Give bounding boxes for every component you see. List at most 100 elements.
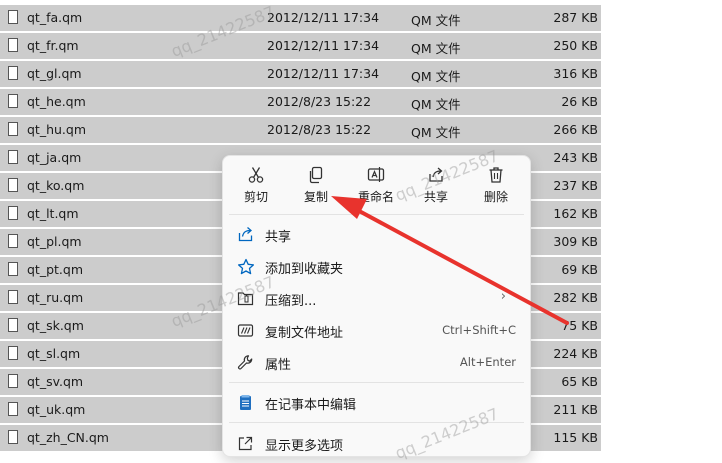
delete-label: 删除 xyxy=(483,190,508,204)
file-name: qt_ru.qm xyxy=(27,290,84,305)
open-external-icon xyxy=(238,436,253,451)
file-name: qt_fr.qm xyxy=(27,38,79,53)
path-icon xyxy=(237,324,254,337)
menu-item-label: 添加到收藏夹 xyxy=(265,262,344,277)
file-icon xyxy=(8,234,18,248)
file-size: 26 KB xyxy=(561,94,598,109)
file-icon xyxy=(8,346,18,360)
file-icon xyxy=(8,318,18,332)
zip-folder-icon xyxy=(237,292,254,306)
file-date: 2012/12/11 17:34 xyxy=(267,10,380,25)
file-name: qt_fa.qm xyxy=(27,10,83,25)
trash-icon xyxy=(489,167,503,183)
scissors-icon xyxy=(248,167,264,183)
file-size: 237 KB xyxy=(553,178,598,193)
file-row[interactable]: qt_fa.qm 2012/12/11 17:34 QM 文件 287 KB xyxy=(0,5,601,31)
file-name: qt_sv.qm xyxy=(27,374,84,389)
file-name: qt_gl.qm xyxy=(27,66,82,81)
context-menu: 剪切 复制 重命名 共享 删除 共享 添加到收藏夹 压缩到... › 复制文件地… xyxy=(222,155,531,457)
file-icon xyxy=(8,374,18,388)
file-icon xyxy=(8,178,18,192)
star-icon xyxy=(237,258,255,275)
file-icon xyxy=(8,290,18,304)
file-icon xyxy=(8,262,18,276)
menu-item-properties[interactable]: 属性 Alt+Enter xyxy=(229,347,524,377)
file-date: 2012/12/11 17:34 xyxy=(267,38,380,53)
file-name: qt_he.qm xyxy=(27,94,86,109)
file-type: QM 文件 xyxy=(411,125,461,140)
file-size: 65 KB xyxy=(561,374,598,389)
menu-divider xyxy=(229,214,524,215)
file-date: 2012/12/11 17:34 xyxy=(267,66,380,81)
copy-icon xyxy=(309,166,323,184)
file-icon xyxy=(8,430,18,444)
rename-icon xyxy=(367,167,385,182)
file-size: 115 KB xyxy=(553,430,598,445)
file-type: QM 文件 xyxy=(411,13,461,28)
menu-item-label: 属性 xyxy=(265,358,292,373)
file-name: qt_lt.qm xyxy=(27,206,79,221)
file-size: 250 KB xyxy=(553,38,598,53)
file-name: qt_sl.qm xyxy=(27,346,81,361)
copy-button[interactable]: 复制 xyxy=(287,164,345,208)
file-size: 69 KB xyxy=(561,262,598,277)
copy-label: 复制 xyxy=(303,190,328,204)
share-button[interactable]: 共享 xyxy=(407,164,465,208)
menu-item-notepad[interactable]: 在记事本中编辑 xyxy=(229,387,524,417)
file-size: 243 KB xyxy=(553,150,598,165)
file-type: QM 文件 xyxy=(411,69,461,84)
file-name: qt_hu.qm xyxy=(27,122,87,137)
file-icon xyxy=(8,206,18,220)
file-size: 266 KB xyxy=(553,122,598,137)
file-name: qt_pl.qm xyxy=(27,234,82,249)
menu-item-compress[interactable]: 压缩到... › xyxy=(229,283,524,313)
file-name: qt_pt.qm xyxy=(27,262,84,277)
menu-item-label: 共享 xyxy=(265,230,292,245)
menu-item-favorite[interactable]: 添加到收藏夹 xyxy=(229,251,524,281)
file-size: 309 KB xyxy=(553,234,598,249)
file-row[interactable]: qt_hu.qm 2012/8/23 15:22 QM 文件 266 KB xyxy=(0,117,601,143)
file-icon xyxy=(8,66,18,80)
file-name: qt_uk.qm xyxy=(27,402,86,417)
menu-item-share[interactable]: 共享 xyxy=(229,219,524,249)
delete-button[interactable]: 删除 xyxy=(467,164,525,208)
file-type: QM 文件 xyxy=(411,41,461,56)
file-date: 2012/8/23 15:22 xyxy=(267,122,372,137)
file-size: 224 KB xyxy=(553,346,598,361)
chevron-right-icon: › xyxy=(500,289,506,304)
file-name: qt_zh_CN.qm xyxy=(27,430,109,445)
file-icon xyxy=(8,94,18,108)
shortcut-text: Ctrl+Shift+C xyxy=(442,323,516,337)
menu-divider xyxy=(229,382,524,383)
cut-button[interactable]: 剪切 xyxy=(227,164,285,208)
share-icon xyxy=(429,167,443,182)
rename-label: 重命名 xyxy=(357,190,394,204)
file-row[interactable]: qt_fr.qm 2012/12/11 17:34 QM 文件 250 KB xyxy=(0,33,601,59)
file-icon xyxy=(8,122,18,136)
menu-item-label: 压缩到... xyxy=(265,294,317,309)
file-row[interactable]: qt_gl.qm 2012/12/11 17:34 QM 文件 316 KB xyxy=(0,61,601,87)
file-size: 75 KB xyxy=(561,318,598,333)
rename-button[interactable]: 重命名 xyxy=(347,164,405,208)
file-size: 211 KB xyxy=(553,402,598,417)
wrench-icon xyxy=(238,355,253,370)
file-type: QM 文件 xyxy=(411,97,461,112)
file-row[interactable]: qt_he.qm 2012/8/23 15:22 QM 文件 26 KB xyxy=(0,89,601,115)
file-icon xyxy=(8,38,18,52)
file-name: qt_sk.qm xyxy=(27,318,84,333)
cut-label: 剪切 xyxy=(243,190,268,204)
file-size: 162 KB xyxy=(553,206,598,221)
menu-divider xyxy=(229,422,524,423)
menu-item-copy-path[interactable]: 复制文件地址 Ctrl+Shift+C xyxy=(229,315,524,345)
file-size: 282 KB xyxy=(553,290,598,305)
menu-item-label: 在记事本中编辑 xyxy=(265,398,357,413)
file-date: 2012/8/23 15:22 xyxy=(267,94,372,109)
file-name: qt_ja.qm xyxy=(27,150,82,165)
share-label: 共享 xyxy=(423,190,448,204)
menu-item-label: 复制文件地址 xyxy=(265,326,344,341)
menu-item-more-options[interactable]: 显示更多选项 xyxy=(229,428,524,458)
file-size: 316 KB xyxy=(553,66,598,81)
file-name: qt_ko.qm xyxy=(27,178,85,193)
share-icon xyxy=(238,227,253,242)
menu-item-label: 显示更多选项 xyxy=(265,439,344,454)
